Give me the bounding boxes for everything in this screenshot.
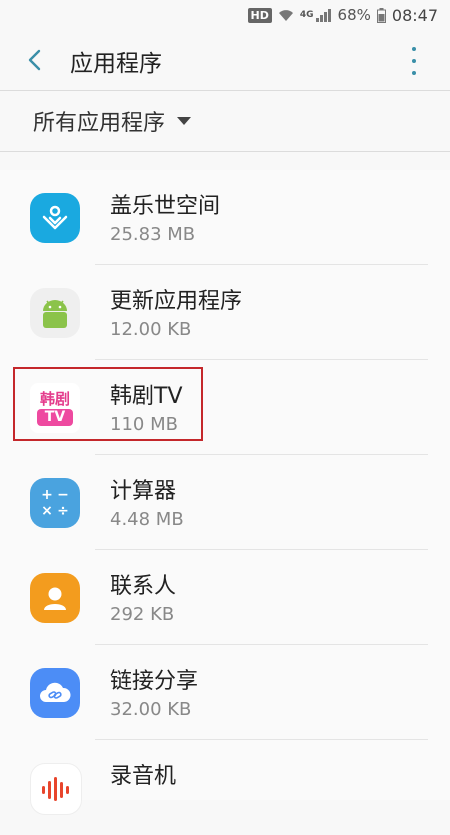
galaxy-space-icon (30, 193, 80, 243)
calc-minus-glyph: − (57, 487, 69, 503)
app-size: 12.00 KB (110, 319, 192, 340)
wifi-icon (278, 8, 294, 22)
divider (0, 151, 450, 152)
signal-icon (315, 8, 332, 22)
more-vert-icon[interactable] (408, 47, 420, 75)
battery-icon (376, 7, 386, 23)
caret-down-icon (177, 117, 192, 125)
android-icon (30, 288, 80, 338)
voice-recorder-icon (30, 763, 82, 815)
battery-percent: 68% (337, 6, 371, 24)
app-name: 计算器 (110, 479, 177, 504)
list-item[interactable]: 链接分享 32.00 KB (0, 645, 450, 740)
calc-plus-glyph: + (41, 487, 53, 503)
app-name: 更新应用程序 (110, 289, 243, 314)
calculator-icon: + − × ÷ (30, 478, 80, 528)
link-share-icon (30, 668, 80, 718)
app-list: 盖乐世空间 25.83 MB 更新应用程序 12.00 KB 韩剧 TV 韩剧T… (0, 170, 450, 815)
app-filter-dropdown[interactable]: 所有应用程序 (0, 91, 450, 151)
calc-divide-glyph: ÷ (57, 503, 69, 519)
back-arrow-icon[interactable] (20, 46, 48, 74)
network-type: 4G (299, 10, 314, 20)
list-item[interactable]: 更新应用程序 12.00 KB (0, 265, 450, 360)
app-name: 录音机 (110, 764, 177, 789)
hd-badge: HD (247, 7, 272, 23)
highlight-box (13, 367, 203, 441)
app-size: 292 KB (110, 604, 175, 625)
clock: 08:47 (391, 5, 438, 25)
list-item[interactable]: 录音机 (0, 740, 450, 835)
list-item[interactable]: 盖乐世空间 25.83 MB (0, 170, 450, 265)
app-name: 链接分享 (110, 669, 199, 694)
list-item[interactable]: + − × ÷ 计算器 4.48 MB (0, 455, 450, 550)
app-size: 4.48 MB (110, 509, 184, 530)
app-size: 25.83 MB (110, 224, 196, 245)
app-bar: 应用程序 (0, 30, 450, 90)
app-name: 联系人 (110, 574, 177, 599)
app-name: 盖乐世空间 (110, 194, 221, 219)
contacts-icon (30, 573, 80, 623)
app-size: 32.00 KB (110, 699, 192, 720)
filter-label: 所有应用程序 (33, 111, 166, 136)
list-item[interactable]: 联系人 292 KB (0, 550, 450, 645)
page-title: 应用程序 (70, 51, 162, 77)
calc-times-glyph: × (41, 503, 53, 519)
status-bar: HD 4G 68% 08:47 (0, 0, 450, 30)
